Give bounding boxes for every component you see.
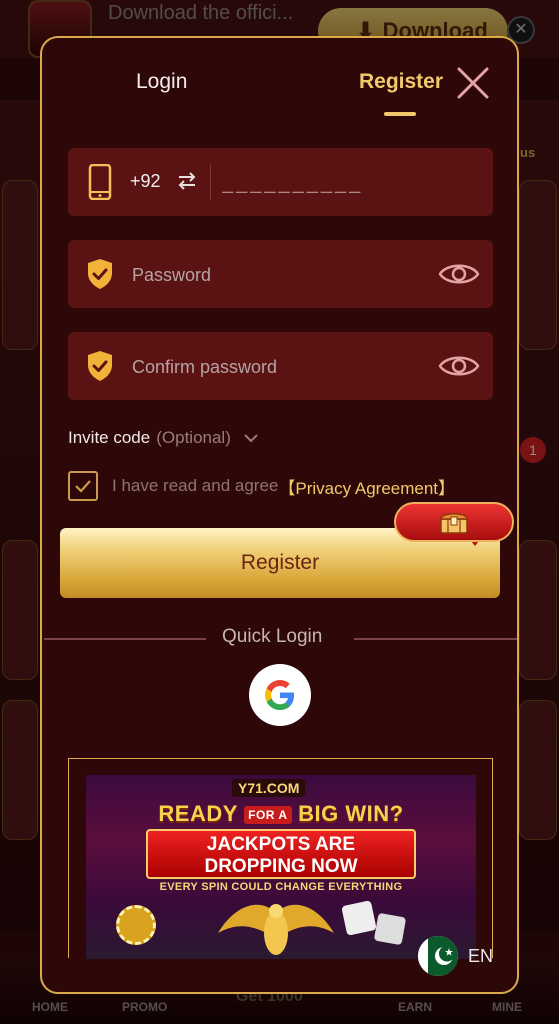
chevron-down-icon	[244, 434, 258, 443]
shield-check-icon	[88, 351, 112, 381]
agreement-row: I have read and agree 【Privacy Agreement…	[68, 470, 455, 502]
promo-banner[interactable]: Y71.COM READY FOR A BIG WIN? JACKPOTS AR…	[86, 775, 476, 959]
dice-icon	[373, 912, 407, 946]
close-icon[interactable]	[454, 64, 492, 102]
invite-code-optional: (Optional)	[156, 428, 231, 447]
banner-headline-b: BIG WIN?	[298, 801, 404, 826]
agreement-checkbox[interactable]	[68, 471, 98, 501]
quick-login-title: Quick Login	[222, 626, 323, 647]
checkmark-icon	[75, 480, 91, 493]
eye-icon[interactable]	[438, 352, 480, 380]
country-code[interactable]: +92	[130, 171, 161, 192]
gift-bonus-tag[interactable]	[394, 502, 514, 542]
field-divider	[210, 164, 211, 200]
phone-input[interactable]	[222, 168, 472, 198]
banner-headline-for: FOR A	[244, 806, 292, 825]
pakistan-flag-icon	[418, 936, 458, 976]
banner-jackpot-box: JACKPOTS ARE DROPPING NOW	[146, 829, 416, 879]
auth-modal: Login Register +92 __________ Invite cod…	[40, 36, 519, 994]
tab-register[interactable]: Register	[359, 70, 443, 94]
quick-login-divider-left	[44, 638, 206, 640]
eye-icon[interactable]	[438, 260, 480, 288]
banner-headline: READY FOR A BIG WIN?	[86, 801, 476, 827]
quick-login-divider-right	[354, 638, 517, 640]
invite-code-label: Invite code	[68, 428, 151, 447]
banner-jackpot-line2: DROPPING NOW	[204, 856, 358, 877]
banner-headline-a: READY	[158, 801, 238, 826]
promo-banner-frame: Y71.COM READY FOR A BIG WIN? JACKPOTS AR…	[68, 758, 493, 959]
google-icon	[265, 680, 295, 710]
golden-eagle-icon	[218, 904, 334, 955]
google-login-button[interactable]	[249, 664, 311, 726]
auth-tabs: Login Register	[42, 38, 517, 128]
treasure-chest-icon	[440, 513, 468, 534]
password-input[interactable]	[132, 260, 422, 290]
swap-arrows-icon[interactable]	[176, 170, 198, 192]
active-tab-indicator	[384, 112, 416, 116]
banner-subtitle: EVERY SPIN COULD CHANGE EVERYTHING	[159, 881, 403, 893]
language-selector[interactable]: EN	[418, 936, 493, 976]
language-code: EN	[468, 945, 494, 966]
phone-icon	[88, 164, 112, 200]
privacy-agreement-link[interactable]: 【Privacy Agreement】	[278, 474, 455, 499]
banner-logo: Y71.COM	[232, 779, 306, 797]
banner-jackpot-line1: JACKPOTS ARE	[206, 834, 356, 855]
confirm-password-input[interactable]	[132, 352, 422, 382]
password-field	[68, 240, 493, 308]
agreement-text: I have read and agree	[112, 476, 279, 495]
phone-field: +92	[68, 148, 493, 216]
dice-icon	[341, 900, 377, 936]
invite-code-toggle[interactable]: Invite code (Optional)	[68, 428, 259, 448]
confirm-password-field	[68, 332, 493, 400]
tab-login[interactable]: Login	[136, 70, 187, 94]
shield-check-icon	[88, 259, 112, 289]
coin-stack-icon	[116, 905, 156, 945]
